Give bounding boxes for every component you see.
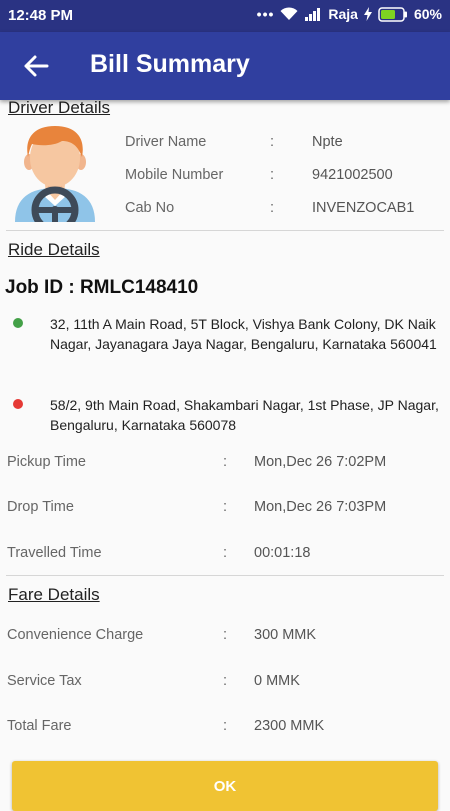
colon: : — [223, 673, 228, 689]
colon: : — [223, 718, 228, 734]
ride-details-title: Ride Details — [8, 240, 100, 259]
driver-name-label: Driver Name — [125, 134, 207, 150]
colon: : — [270, 200, 275, 216]
colon: : — [223, 499, 228, 515]
convenience-charge-label: Convenience Charge — [7, 627, 144, 643]
drop-time-label: Drop Time — [7, 499, 74, 515]
job-id: Job ID : RMLC148410 — [5, 277, 199, 298]
colon: : — [223, 454, 228, 470]
carrier-name: Raja — [328, 6, 358, 22]
more-dots-icon: ••• — [256, 6, 275, 22]
fare-details-title: Fare Details — [8, 585, 100, 604]
driver-name-value: Npte — [312, 134, 343, 150]
colon: : — [223, 545, 228, 561]
divider — [6, 230, 444, 231]
colon: : — [270, 167, 275, 183]
colon: : — [223, 627, 228, 643]
service-tax-label: Service Tax — [7, 673, 82, 689]
battery-icon — [378, 6, 407, 22]
travelled-time-label: Travelled Time — [7, 545, 102, 561]
convenience-charge-value: 300 MMK — [254, 627, 317, 643]
drop-address: 58/2, 9th Main Road, Shakambari Nagar, 1… — [50, 397, 439, 433]
driver-avatar-icon — [15, 126, 95, 222]
service-tax-value: 0 MMK — [254, 673, 300, 689]
page-title: Bill Summary — [90, 50, 250, 78]
colon: : — [270, 134, 275, 150]
charging-bolt-icon — [363, 7, 372, 21]
bill-content: Driver Details Driver Name : Npte Mobile… — [0, 98, 450, 800]
driver-details-title: Driver Details — [8, 98, 111, 117]
back-arrow-icon[interactable] — [22, 52, 50, 80]
wifi-icon — [280, 7, 298, 20]
drop-dot-icon — [13, 399, 23, 409]
divider — [6, 575, 444, 576]
ok-button[interactable]: OK — [12, 761, 438, 811]
battery-percent: 60% — [413, 6, 442, 22]
status-bar: 12:48 PM ••• Raja 60% — [0, 0, 450, 32]
mobile-number-value: 9421002500 — [312, 167, 393, 183]
status-time: 12:48 PM — [8, 7, 74, 24]
pickup-address: 32, 11th A Main Road, 5T Block, Vishya B… — [50, 316, 437, 352]
status-icons: ••• Raja 60% — [257, 6, 442, 22]
pickup-time-label: Pickup Time — [7, 454, 86, 470]
pickup-time-value: Mon,Dec 26 7:02PM — [254, 454, 387, 470]
pickup-dot-icon — [13, 318, 23, 328]
total-fare-value: 2300 MMK — [254, 718, 325, 734]
total-fare-label: Total Fare — [7, 718, 72, 734]
signal-icon — [305, 8, 321, 21]
cab-no-value: INVENZOCAB1 — [312, 200, 415, 216]
app-bar: Bill Summary — [0, 32, 450, 100]
mobile-number-label: Mobile Number — [125, 167, 224, 183]
travelled-time-value: 00:01:18 — [254, 545, 311, 561]
drop-time-value: Mon,Dec 26 7:03PM — [254, 499, 387, 515]
cab-no-label: Cab No — [125, 200, 175, 216]
